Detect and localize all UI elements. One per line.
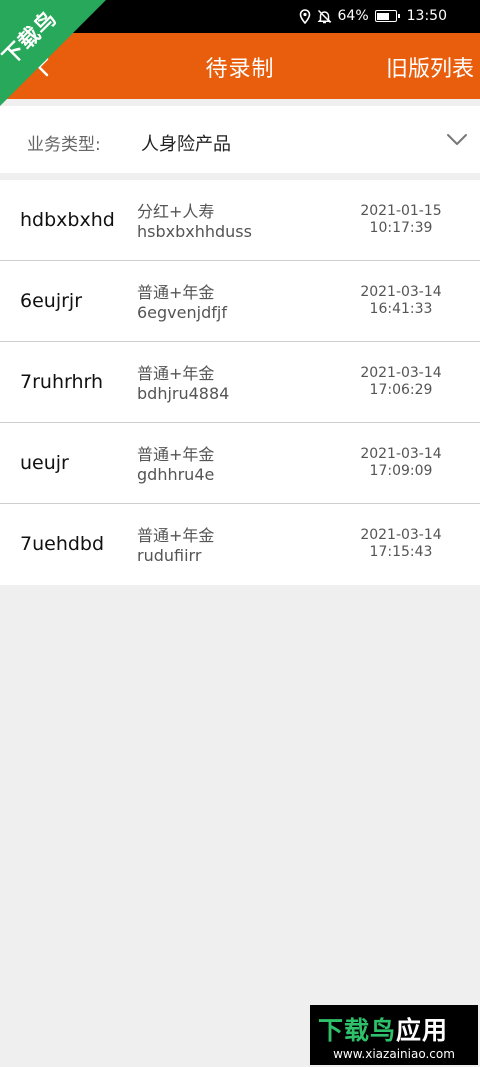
battery-icon — [374, 10, 400, 22]
record-time: 16:41:33 — [369, 301, 433, 317]
business-type-selector[interactable]: 业务类型: 人身险产品 — [0, 106, 480, 173]
list-item[interactable]: 7ruhrhrh 普通+年金 bdhjru4884 2021-03-14 17:… — [0, 342, 480, 423]
record-code: gdhhru4e — [137, 465, 215, 484]
record-time: 17:09:09 — [369, 463, 433, 479]
list-item[interactable]: 6eujrjr 普通+年金 6egvenjdfjf 2021-03-14 16:… — [0, 261, 480, 342]
record-type: 普通+年金 — [137, 445, 215, 464]
record-date: 2021-01-15 — [360, 203, 442, 219]
record-type: 普通+年金 — [137, 364, 215, 383]
record-name: ueujr — [20, 452, 69, 474]
list-item[interactable]: ueujr 普通+年金 gdhhru4e 2021-03-14 17:09:09 — [0, 423, 480, 504]
record-name: 7uehdbd — [20, 533, 105, 555]
record-code: 6egvenjdfjf — [137, 303, 227, 322]
record-date: 2021-03-14 — [360, 365, 442, 381]
record-time: 17:06:29 — [369, 382, 433, 398]
chevron-down-icon[interactable] — [446, 132, 468, 146]
record-type: 分红+人寿 — [137, 202, 215, 221]
old-list-link[interactable]: 旧版列表 — [386, 51, 474, 83]
record-code: hsbxbxhhduss — [137, 222, 252, 241]
list-item[interactable]: 7uehdbd 普通+年金 rudufiirr 2021-03-14 17:15… — [0, 504, 480, 585]
record-code: rudufiirr — [137, 546, 202, 565]
battery-percent: 64% — [337, 8, 369, 24]
record-list: hdbxbxhd 分红+人寿 hsbxbxhhduss 2021-01-15 1… — [0, 180, 480, 585]
record-name: hdbxbxhd — [20, 209, 115, 231]
record-time: 10:17:39 — [369, 220, 433, 236]
watermark-bottom-logo: 下载鸟应用 www.xiazainiao.com — [310, 1005, 478, 1065]
record-date: 2021-03-14 — [360, 284, 442, 300]
record-time: 17:15:43 — [369, 544, 433, 560]
record-type: 普通+年金 — [137, 283, 215, 302]
record-type: 普通+年金 — [137, 526, 215, 545]
app-header: 待录制 旧版列表 — [0, 33, 480, 99]
mute-bell-icon — [317, 9, 332, 24]
clock: 13:50 — [406, 8, 447, 24]
list-item[interactable]: hdbxbxhd 分红+人寿 hsbxbxhhduss 2021-01-15 1… — [0, 180, 480, 261]
record-date: 2021-03-14 — [360, 446, 442, 462]
record-date: 2021-03-14 — [360, 527, 442, 543]
location-icon — [299, 8, 311, 24]
record-name: 7ruhrhrh — [20, 371, 104, 393]
business-type-label: 业务类型: — [27, 135, 101, 155]
record-code: bdhjru4884 — [137, 384, 230, 403]
status-bar: 64% 13:50 — [0, 0, 480, 33]
record-name: 6eujrjr — [20, 290, 83, 312]
business-type-value: 人身险产品 — [141, 134, 231, 155]
